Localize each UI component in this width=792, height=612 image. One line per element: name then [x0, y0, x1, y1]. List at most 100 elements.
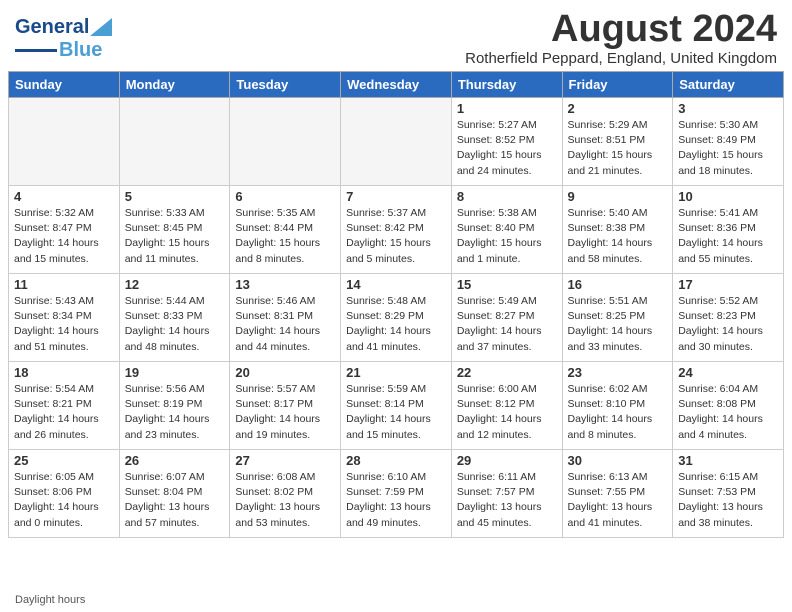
day-number: 11 — [14, 277, 114, 292]
day-info: Sunrise: 5:35 AMSunset: 8:44 PMDaylight:… — [235, 206, 335, 267]
calendar-cell: 6 Sunrise: 5:35 AMSunset: 8:44 PMDaylight… — [230, 186, 341, 274]
calendar-cell — [341, 98, 452, 186]
day-header: Tuesday — [230, 72, 341, 98]
day-info: Sunrise: 5:54 AMSunset: 8:21 PMDaylight:… — [14, 382, 114, 443]
day-number: 24 — [678, 365, 778, 380]
day-info: Sunrise: 5:52 AMSunset: 8:23 PMDaylight:… — [678, 294, 778, 355]
calendar-cell: 30Sunrise: 6:13 AMSunset: 7:55 PMDayligh… — [562, 450, 673, 538]
calendar-cell: 31 Sunrise: 6:15 AMSunset: 7:53 PMDayligh… — [673, 450, 784, 538]
calendar-cell: 8 Sunrise: 5:38 AMSunset: 8:40 PMDaylight… — [451, 186, 562, 274]
title-area: August 2024 Rotherfield Peppard, England… — [465, 10, 777, 67]
calendar-cell: 22Sunrise: 6:00 AMSunset: 8:12 PMDayligh… — [451, 362, 562, 450]
calendar-cell — [9, 98, 120, 186]
calendar-cell: 21 Sunrise: 5:59 AMSunset: 8:14 PMDayligh… — [341, 362, 452, 450]
day-info: Sunrise: 5:43 AMSunset: 8:34 PMDaylight:… — [14, 294, 114, 355]
day-info: Sunrise: 6:08 AMSunset: 8:02 PMDaylight:… — [235, 470, 335, 531]
day-info: Sunrise: 5:38 AMSunset: 8:40 PMDaylight:… — [457, 206, 557, 267]
day-number: 17 — [678, 277, 778, 292]
calendar-cell: 5Sunrise: 5:33 AMSunset: 8:45 PMDaylight… — [119, 186, 230, 274]
day-info: Sunrise: 6:10 AMSunset: 7:59 PMDaylight:… — [346, 470, 446, 531]
day-number: 9 — [568, 189, 668, 204]
day-info: Sunrise: 5:37 AMSunset: 8:42 PMDaylight:… — [346, 206, 446, 267]
calendar-cell: 25 Sunrise: 6:05 AMSunset: 8:06 PMDayligh… — [9, 450, 120, 538]
day-info: Sunrise: 5:49 AMSunset: 8:27 PMDaylight:… — [457, 294, 557, 355]
day-header: Thursday — [451, 72, 562, 98]
calendar-cell: 4Sunrise: 5:32 AMSunset: 8:47 PMDaylight… — [9, 186, 120, 274]
calendar-cell: 12 Sunrise: 5:44 AMSunset: 8:33 PMDayligh… — [119, 274, 230, 362]
day-number: 8 — [457, 189, 557, 204]
day-info: Sunrise: 5:48 AMSunset: 8:29 PMDaylight:… — [346, 294, 446, 355]
day-info: Sunrise: 6:05 AMSunset: 8:06 PMDaylight:… — [14, 470, 114, 531]
logo-blue: Blue — [59, 39, 102, 62]
month-year-title: August 2024 — [465, 10, 777, 48]
day-info: Sunrise: 5:30 AMSunset: 8:49 PMDaylight:… — [678, 118, 778, 179]
day-number: 10 — [678, 189, 778, 204]
day-info: Sunrise: 5:44 AMSunset: 8:33 PMDaylight:… — [125, 294, 225, 355]
calendar-cell: 19 Sunrise: 5:56 AMSunset: 8:19 PMDayligh… — [119, 362, 230, 450]
calendar-cell: 9 Sunrise: 5:40 AMSunset: 8:38 PMDaylight… — [562, 186, 673, 274]
calendar-cell: 27 Sunrise: 6:08 AMSunset: 8:02 PMDayligh… — [230, 450, 341, 538]
day-info: Sunrise: 6:07 AMSunset: 8:04 PMDaylight:… — [125, 470, 225, 531]
day-header: Monday — [119, 72, 230, 98]
calendar-cell — [119, 98, 230, 186]
calendar-cell: 10Sunrise: 5:41 AMSunset: 8:36 PMDayligh… — [673, 186, 784, 274]
day-number: 7 — [346, 189, 446, 204]
calendar-week-row: 1 Sunrise: 5:27 AMSunset: 8:52 PMDaylight… — [9, 98, 784, 186]
calendar-cell: 15 Sunrise: 5:49 AMSunset: 8:27 PMDayligh… — [451, 274, 562, 362]
day-info: Sunrise: 5:32 AMSunset: 8:47 PMDaylight:… — [14, 206, 114, 267]
day-number: 23 — [568, 365, 668, 380]
calendar-cell: 20Sunrise: 5:57 AMSunset: 8:17 PMDayligh… — [230, 362, 341, 450]
day-number: 18 — [14, 365, 114, 380]
day-number: 26 — [125, 453, 225, 468]
calendar-cell: 3Sunrise: 5:30 AMSunset: 8:49 PMDaylight… — [673, 98, 784, 186]
day-number: 30 — [568, 453, 668, 468]
day-info: Sunrise: 5:56 AMSunset: 8:19 PMDaylight:… — [125, 382, 225, 443]
day-info: Sunrise: 6:11 AMSunset: 7:57 PMDaylight:… — [457, 470, 557, 531]
day-number: 12 — [125, 277, 225, 292]
day-info: Sunrise: 5:29 AMSunset: 8:51 PMDaylight:… — [568, 118, 668, 179]
day-info: Sunrise: 6:15 AMSunset: 7:53 PMDaylight:… — [678, 470, 778, 531]
day-number: 28 — [346, 453, 446, 468]
calendar-wrap: SundayMondayTuesdayWednesdayThursdayFrid… — [0, 71, 792, 592]
calendar-week-row: 4Sunrise: 5:32 AMSunset: 8:47 PMDaylight… — [9, 186, 784, 274]
day-number: 27 — [235, 453, 335, 468]
day-info: Sunrise: 6:02 AMSunset: 8:10 PMDaylight:… — [568, 382, 668, 443]
day-info: Sunrise: 6:00 AMSunset: 8:12 PMDaylight:… — [457, 382, 557, 443]
day-header: Sunday — [9, 72, 120, 98]
day-number: 13 — [235, 277, 335, 292]
day-number: 20 — [235, 365, 335, 380]
day-info: Sunrise: 5:46 AMSunset: 8:31 PMDaylight:… — [235, 294, 335, 355]
calendar-cell: 11 Sunrise: 5:43 AMSunset: 8:34 PMDayligh… — [9, 274, 120, 362]
day-header: Friday — [562, 72, 673, 98]
footer: Daylight hours — [0, 592, 792, 612]
calendar-cell: 16Sunrise: 5:51 AMSunset: 8:25 PMDayligh… — [562, 274, 673, 362]
day-header: Wednesday — [341, 72, 452, 98]
day-info: Sunrise: 5:59 AMSunset: 8:14 PMDaylight:… — [346, 382, 446, 443]
day-info: Sunrise: 5:27 AMSunset: 8:52 PMDaylight:… — [457, 118, 557, 179]
page-header: General Blue August 2024 Rotherfield Pep… — [0, 0, 792, 71]
calendar-week-row: 11 Sunrise: 5:43 AMSunset: 8:34 PMDayligh… — [9, 274, 784, 362]
daylight-hours-label: Daylight hours — [15, 594, 85, 606]
calendar-cell: 13 Sunrise: 5:46 AMSunset: 8:31 PMDayligh… — [230, 274, 341, 362]
day-number: 1 — [457, 101, 557, 116]
day-number: 15 — [457, 277, 557, 292]
calendar-cell: 18 Sunrise: 5:54 AMSunset: 8:21 PMDayligh… — [9, 362, 120, 450]
logo: General Blue — [15, 16, 112, 62]
day-number: 25 — [14, 453, 114, 468]
day-number: 6 — [235, 189, 335, 204]
calendar-week-row: 25 Sunrise: 6:05 AMSunset: 8:06 PMDayligh… — [9, 450, 784, 538]
calendar-cell: 7 Sunrise: 5:37 AMSunset: 8:42 PMDaylight… — [341, 186, 452, 274]
calendar-cell: 2 Sunrise: 5:29 AMSunset: 8:51 PMDaylight… — [562, 98, 673, 186]
day-number: 21 — [346, 365, 446, 380]
day-number: 31 — [678, 453, 778, 468]
day-info: Sunrise: 5:40 AMSunset: 8:38 PMDaylight:… — [568, 206, 668, 267]
day-number: 2 — [568, 101, 668, 116]
calendar-cell: 28 Sunrise: 6:10 AMSunset: 7:59 PMDayligh… — [341, 450, 452, 538]
calendar-cell: 17 Sunrise: 5:52 AMSunset: 8:23 PMDayligh… — [673, 274, 784, 362]
day-number: 19 — [125, 365, 225, 380]
day-info: Sunrise: 6:04 AMSunset: 8:08 PMDaylight:… — [678, 382, 778, 443]
day-number: 14 — [346, 277, 446, 292]
day-number: 16 — [568, 277, 668, 292]
calendar-cell: 1 Sunrise: 5:27 AMSunset: 8:52 PMDaylight… — [451, 98, 562, 186]
calendar-cell: 26 Sunrise: 6:07 AMSunset: 8:04 PMDayligh… — [119, 450, 230, 538]
